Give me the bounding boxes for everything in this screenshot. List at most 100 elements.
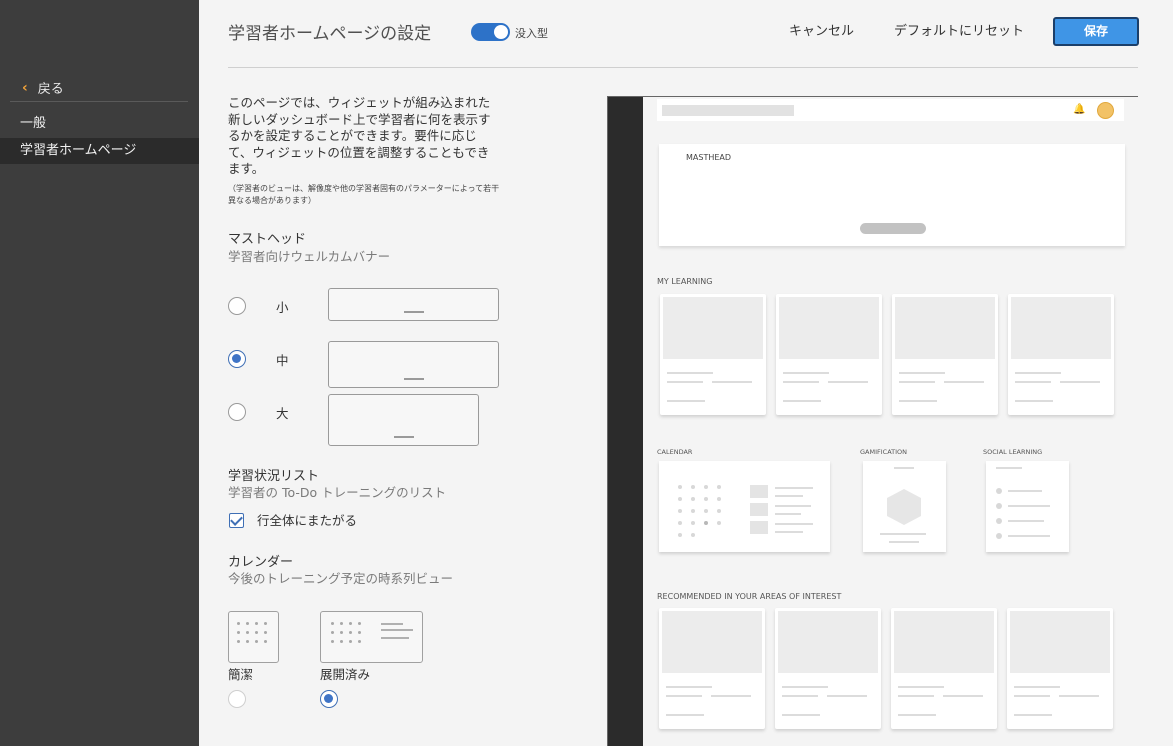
preview-dot — [331, 640, 334, 643]
masthead-small-preview[interactable] — [328, 288, 499, 321]
preview-topbar: 🔔 — [657, 99, 1124, 121]
card-line — [666, 695, 702, 697]
sidebar-item-general[interactable]: 一般 — [0, 111, 199, 137]
preview-dot — [358, 622, 361, 625]
card-line — [666, 714, 704, 716]
preview-social-learning-widget — [986, 461, 1069, 552]
preview-line — [996, 467, 1022, 469]
back-button[interactable]: ‹ 戻る — [22, 78, 64, 98]
preview-dot — [340, 631, 343, 634]
gamification-widget-label: GAMIFICATION — [860, 448, 908, 456]
preview-dot — [996, 488, 1002, 494]
card-line — [898, 714, 936, 716]
card-line — [783, 381, 819, 383]
sidebar-item-learner-homepage[interactable]: 学習者ホームページ — [0, 138, 199, 164]
masthead-pill — [860, 223, 926, 234]
card-line — [943, 695, 983, 697]
recommended-card — [775, 608, 881, 729]
preview-dot — [996, 503, 1002, 509]
my-learning-label: MY LEARNING — [657, 277, 713, 286]
preview-dot — [264, 631, 267, 634]
calendar-radio-compact[interactable] — [228, 690, 246, 708]
card-line — [1060, 381, 1100, 383]
span-full-row-checkbox[interactable] — [229, 513, 244, 528]
preview-dot — [246, 622, 249, 625]
card-line — [1014, 714, 1052, 716]
card-line — [1014, 686, 1060, 688]
preview-line — [381, 623, 403, 625]
card-line — [898, 695, 934, 697]
masthead-radio-large[interactable] — [228, 403, 246, 421]
card-line — [898, 686, 944, 688]
card-line — [712, 381, 752, 383]
masthead-option-small-label: 小 — [276, 300, 289, 315]
preview-line — [394, 436, 414, 438]
preview-dot — [691, 521, 695, 525]
page-note: （学習者のビューは、解像度や他の学習者固有のパラメーターによって若干異なる場合が… — [228, 184, 500, 205]
masthead-medium-preview[interactable] — [328, 341, 499, 388]
sidebar: ‹ 戻る 一般 学習者ホームページ — [0, 0, 199, 746]
preview-dot — [678, 533, 682, 537]
preview-line — [889, 541, 919, 543]
card-image — [663, 297, 763, 359]
bell-icon: 🔔 — [1073, 104, 1086, 115]
toggle-label: 没入型 — [515, 27, 548, 40]
my-learning-card — [660, 294, 766, 415]
preview-dot — [996, 518, 1002, 524]
card-line — [827, 695, 867, 697]
card-image — [1011, 297, 1111, 359]
card-line — [1015, 372, 1061, 374]
masthead-radio-small[interactable] — [228, 297, 246, 315]
card-image — [778, 611, 878, 673]
masthead-large-preview[interactable] — [328, 394, 479, 446]
toggle-knob — [494, 25, 508, 39]
recommended-card — [659, 608, 765, 729]
preview-line — [1008, 505, 1050, 507]
immersive-toggle[interactable] — [471, 23, 510, 41]
preview-masthead: MASTHEAD — [659, 144, 1125, 246]
preview-dot — [704, 497, 708, 501]
learning-status-subtitle: 学習者の To-Do トレーニングのリスト — [228, 485, 447, 500]
save-button[interactable]: 保存 — [1053, 17, 1139, 46]
preview-dot — [704, 521, 708, 525]
preview-dot — [691, 497, 695, 501]
calendar-expanded-preview[interactable] — [320, 611, 423, 663]
masthead-radio-medium[interactable] — [228, 350, 246, 368]
preview-dot — [349, 640, 352, 643]
recommended-label: RECOMMENDED IN YOUR AREAS OF INTEREST — [657, 592, 842, 601]
calendar-subtitle: 今後のトレーニング予定の時系列ビュー — [228, 571, 454, 586]
calendar-radio-expanded[interactable] — [320, 690, 338, 708]
page-title: 学習者ホームページの設定 — [228, 24, 432, 44]
preview-dot — [349, 631, 352, 634]
preview-line — [775, 531, 803, 533]
card-line — [711, 695, 751, 697]
card-line — [666, 686, 712, 688]
my-learning-card — [1008, 294, 1114, 415]
calendar-compact-preview[interactable] — [228, 611, 279, 663]
span-full-row-label: 行全体にまたがる — [257, 513, 358, 528]
preview-dot — [237, 631, 240, 634]
card-line — [782, 695, 818, 697]
preview-line — [381, 637, 409, 639]
card-line — [944, 381, 984, 383]
preview-line — [775, 505, 811, 507]
preview-dot — [358, 640, 361, 643]
preview-dot — [691, 509, 695, 513]
card-line — [667, 400, 705, 402]
preview-dot — [717, 509, 721, 513]
recommended-card — [1007, 608, 1113, 729]
preview-dot — [349, 622, 352, 625]
preview-dot — [704, 485, 708, 489]
preview-dot — [678, 521, 682, 525]
my-learning-card — [776, 294, 882, 415]
preview-dot — [717, 497, 721, 501]
reset-default-button[interactable]: デフォルトにリセット — [894, 18, 1024, 45]
preview-dot — [246, 640, 249, 643]
hexagon-icon — [887, 489, 921, 525]
preview-dot — [255, 631, 258, 634]
cancel-button[interactable]: キャンセル — [789, 18, 854, 45]
preview-line — [404, 311, 424, 313]
card-line — [782, 714, 820, 716]
my-learning-card — [892, 294, 998, 415]
preview-dot — [264, 622, 267, 625]
